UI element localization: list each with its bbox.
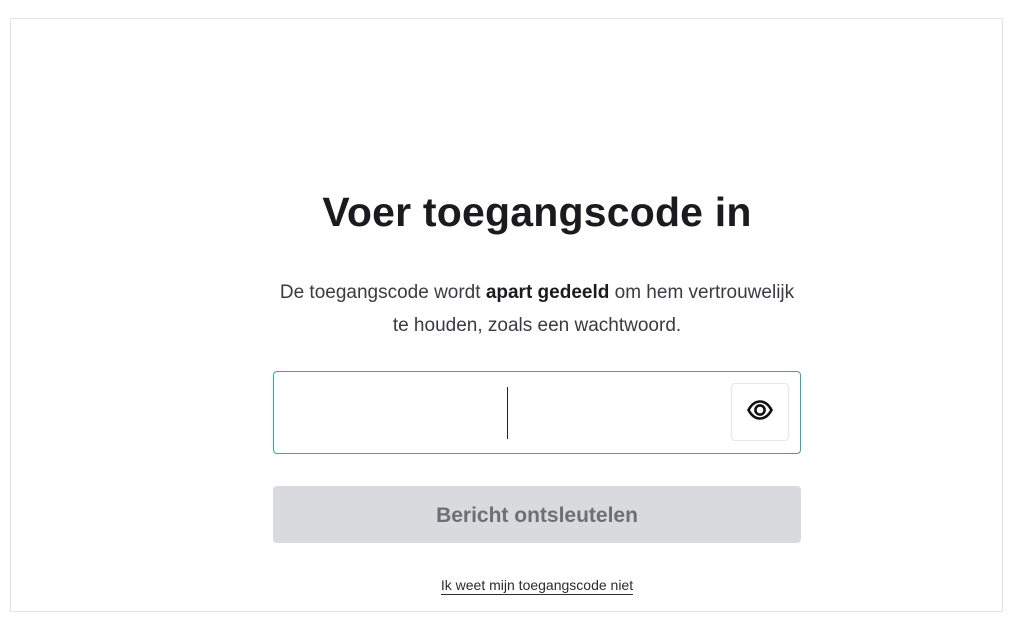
decrypt-message-button[interactable]: Bericht ontsleutelen xyxy=(273,486,801,543)
page-card: Voer toegangscode in De toegangscode wor… xyxy=(10,18,1003,612)
show-code-button[interactable] xyxy=(731,383,789,441)
access-code-field xyxy=(273,371,801,454)
forgot-code-link-wrapper: Ik weet mijn toegangscode niet xyxy=(273,577,801,595)
text-caret xyxy=(507,387,508,439)
forgot-code-link[interactable]: Ik weet mijn toegangscode niet xyxy=(440,577,634,595)
description: De toegangscode wordt apart gedeeld om h… xyxy=(273,276,801,342)
eye-icon xyxy=(747,399,773,425)
description-text-start: De toegangscode wordt xyxy=(279,282,486,303)
page-title: Voer toegangscode in xyxy=(322,189,752,235)
access-code-input[interactable] xyxy=(276,374,730,453)
description-emphasis: apart gedeeld xyxy=(485,282,610,303)
